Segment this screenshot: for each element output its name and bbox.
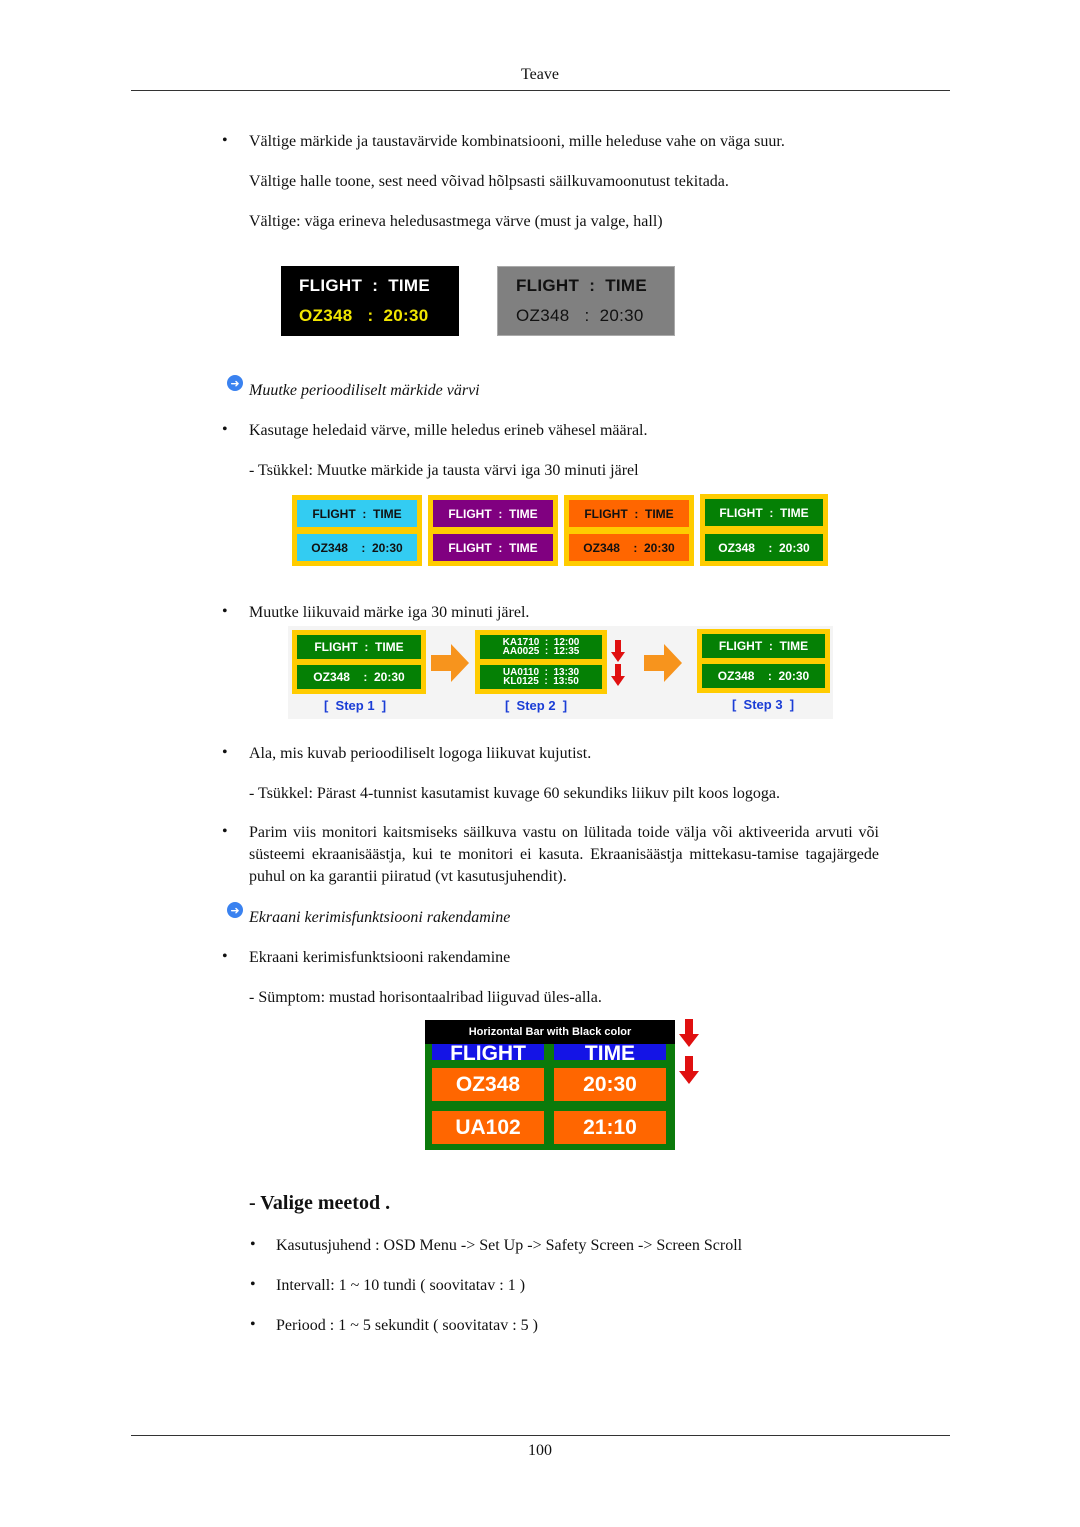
avoid-contrast-text: Vältige märkide ja taustavärvide kombina… bbox=[249, 133, 785, 150]
board-cell-time: 20:30 bbox=[554, 1068, 666, 1101]
section-title-change-colors: Muutke perioodiliselt märkide värvi bbox=[249, 382, 480, 399]
board-cell-flight: UA102 bbox=[432, 1111, 544, 1144]
logo-cycle-text: - Tsükkel: Pärast 4-tunnist kasutamist k… bbox=[249, 785, 780, 802]
screen-scroll-text: Ekraani kerimisfunktsiooni rakendamine bbox=[249, 949, 511, 966]
bullet-glyph: • bbox=[222, 132, 228, 149]
bullet-glyph: • bbox=[222, 421, 228, 438]
avoid-brightness-text: Vältige: väga erineva heledusastmega vär… bbox=[249, 213, 663, 230]
sign-gray: FLIGHT : TIME OZ348 : 20:30 bbox=[497, 266, 675, 336]
frame-top-panel: FLIGHT : TIME bbox=[705, 499, 823, 526]
step-1-frame: FLIGHT : TIME OZ348 : 20:30 bbox=[292, 630, 426, 694]
frame-top-panel: FLIGHT : TIME bbox=[569, 500, 689, 527]
step-2-frame: KA1710 : 12:00 AA0025 : 12:35 UA0110 : 1… bbox=[475, 630, 607, 694]
color-frame-purple: FLIGHT : TIME FLIGHT : TIME bbox=[428, 495, 558, 566]
frame-bottom-panel: OZ348 : 20:30 bbox=[705, 534, 823, 561]
board-cell-flight: OZ348 bbox=[432, 1068, 544, 1101]
section-title-screen-scroll: Ekraani kerimisfunktsiooni rakendamine bbox=[249, 909, 511, 926]
step-3-label: [ Step 3 ] bbox=[732, 697, 795, 712]
header-divider bbox=[131, 90, 950, 91]
change-moving-text: Muutke liikuvaid märke iga 30 minuti jär… bbox=[249, 604, 530, 621]
board-header-time-text: TIME bbox=[584, 1042, 636, 1060]
step-2-label: [ Step 2 ] bbox=[505, 698, 568, 713]
frame-bottom-panel: UA0110 : 13:30 KL0125 : 13:50 bbox=[480, 665, 602, 689]
bullet-glyph: • bbox=[222, 823, 228, 840]
moving-steps-illustration: FLIGHT : TIME OZ348 : 20:30 [ Step 1 ] K… bbox=[288, 626, 833, 719]
arrow-right-circle-icon: ➜ bbox=[227, 902, 243, 918]
bullet-glyph: • bbox=[222, 948, 228, 965]
black-horizontal-bar: Horizontal Bar with Black color bbox=[425, 1020, 675, 1044]
method-item: Kasutusjuhend : OSD Menu -> Set Up -> Sa… bbox=[276, 1237, 743, 1254]
bullet-glyph: • bbox=[250, 1276, 256, 1293]
avoid-gray-text: Vältige halle toone, sest need võivad hõ… bbox=[249, 173, 729, 190]
right-arrow-icon bbox=[431, 644, 469, 682]
step-1-label: [ Step 1 ] bbox=[324, 698, 387, 713]
down-arrow-icon bbox=[679, 1019, 699, 1047]
frame-top-panel: FLIGHT : TIME bbox=[433, 500, 553, 527]
page-header-title: Teave bbox=[521, 66, 559, 83]
logo-area-text: Ala, mis kuvab perioodiliselt logoga lii… bbox=[249, 745, 592, 762]
sign-row-value: OZ348 : 20:30 bbox=[516, 306, 644, 325]
color-frame-cyan: FLIGHT : TIME OZ348 : 20:30 bbox=[292, 495, 422, 566]
frame-top-panel: FLIGHT : TIME bbox=[702, 634, 825, 658]
method-item: Intervall: 1 ~ 10 tundi ( soovitatav : 1… bbox=[276, 1277, 526, 1294]
color-frame-green: FLIGHT : TIME OZ348 : 20:30 bbox=[700, 494, 828, 566]
sign-high-contrast: FLIGHT : TIME OZ348 : 20:30 bbox=[281, 266, 459, 336]
sign-row-header: FLIGHT : TIME bbox=[299, 276, 431, 295]
down-arrow-icon bbox=[611, 664, 625, 686]
bullet-glyph: • bbox=[222, 603, 228, 620]
method-item: Periood : 1 ~ 5 sekundit ( soovitatav : … bbox=[276, 1317, 538, 1334]
sign-row-value: OZ348 : 20:30 bbox=[299, 306, 429, 325]
frame-top-panel: FLIGHT : TIME bbox=[297, 500, 417, 527]
frame-top-panel: FLIGHT : TIME bbox=[297, 635, 421, 659]
frame-bottom-panel: OZ348 : 20:30 bbox=[569, 534, 689, 561]
best-protection-paragraph: Parim viis monitori kaitsmiseks säilkuva… bbox=[249, 824, 879, 885]
page-number: 100 bbox=[528, 1442, 552, 1459]
color-frame-orange: FLIGHT : TIME OZ348 : 20:30 bbox=[564, 495, 694, 566]
arrow-right-circle-icon: ➜ bbox=[227, 375, 243, 391]
symptom-text: - Sümptom: mustad horisontaalribad liigu… bbox=[249, 989, 602, 1006]
board-header-flight-text: FLIGHT bbox=[450, 1042, 526, 1060]
bullet-glyph: • bbox=[222, 744, 228, 761]
bullet-glyph: • bbox=[250, 1236, 256, 1253]
sign-row-header: FLIGHT : TIME bbox=[516, 276, 648, 295]
footer-divider bbox=[131, 1435, 950, 1436]
method-heading: - Valige meetod . bbox=[249, 1192, 391, 1214]
color-cycle-text: - Tsükkel: Muutke märkide ja tausta värv… bbox=[249, 462, 639, 479]
frame-bottom-panel: OZ348 : 20:30 bbox=[297, 665, 421, 689]
right-arrow-icon bbox=[644, 644, 682, 682]
frame-bottom-panel: OZ348 : 20:30 bbox=[297, 534, 417, 561]
step-3-frame: FLIGHT : TIME OZ348 : 20:30 bbox=[697, 629, 830, 693]
frame-bottom-panel: OZ348 : 20:30 bbox=[702, 664, 825, 688]
use-light-colors-text: Kasutage heledaid värve, mille heledus e… bbox=[249, 422, 648, 439]
board-cell-time: 21:10 bbox=[554, 1111, 666, 1144]
down-arrow-icon bbox=[611, 640, 625, 662]
frame-bottom-panel: FLIGHT : TIME bbox=[433, 534, 553, 561]
scroll-board-illustration: FLIGHT TIME OZ348 20:30 UA102 21:10 Hori… bbox=[425, 1020, 675, 1150]
frame-top-panel: KA1710 : 12:00 AA0025 : 12:35 bbox=[480, 635, 602, 659]
down-arrow-icon bbox=[679, 1056, 699, 1084]
bullet-glyph: • bbox=[250, 1316, 256, 1333]
